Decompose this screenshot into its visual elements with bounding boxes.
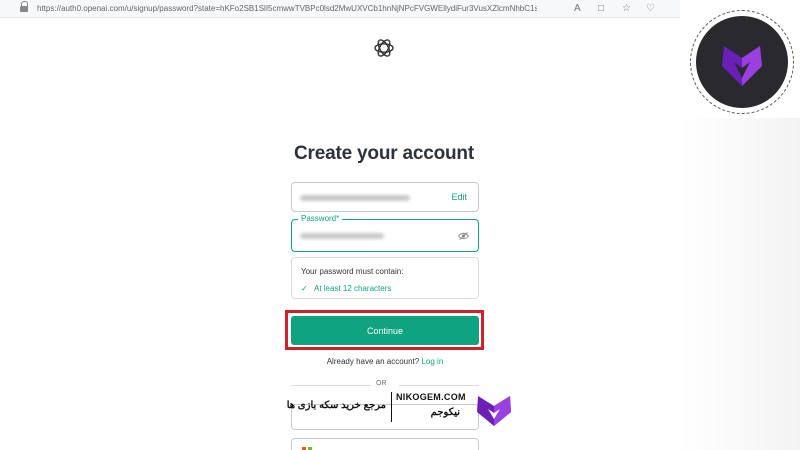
- password-requirements: Your password must contain: ✓ At least 1…: [291, 257, 479, 299]
- brand-badge: [696, 16, 788, 108]
- login-row: Already have an account? Log in: [291, 357, 479, 366]
- screenshot: https://auth0.openai.com/u/signup/passwo…: [0, 0, 800, 450]
- url-text[interactable]: https://auth0.openai.com/u/signup/passwo…: [37, 4, 537, 13]
- login-link[interactable]: Log in: [421, 357, 443, 366]
- watermark-domain: NIKOGEM.COM: [396, 392, 466, 402]
- watermark-name: نیکوجم: [430, 407, 460, 418]
- microsoft-login-button[interactable]: [291, 438, 479, 450]
- have-account-text: Already have an account?: [326, 357, 420, 366]
- password-label: Password*: [298, 214, 343, 223]
- edit-email-link[interactable]: Edit: [451, 192, 467, 202]
- email-field[interactable]: Edit: [291, 182, 479, 212]
- page-title: Create your account: [294, 143, 474, 164]
- continue-button[interactable]: Continue: [291, 316, 479, 345]
- collections-icon[interactable]: ♡: [646, 3, 655, 15]
- password-field[interactable]: Password*: [291, 214, 479, 252]
- read-aloud-icon[interactable]: A: [574, 3, 581, 15]
- redacted-email: [300, 195, 410, 201]
- extension-icon[interactable]: □: [598, 3, 604, 15]
- requirements-title: Your password must contain:: [301, 267, 404, 276]
- favorites-icon[interactable]: ☆: [622, 3, 631, 15]
- lock-icon[interactable]: [20, 1, 29, 13]
- watermark-tagline: مرجع خرید سکه بازی ها: [286, 400, 386, 411]
- eye-icon[interactable]: [458, 232, 469, 240]
- openai-logo-icon: [374, 39, 394, 57]
- nikogem-logo: [477, 396, 511, 426]
- requirement-item: At least 12 characters: [314, 284, 392, 293]
- nikogem-badge-logo-icon: [722, 46, 762, 86]
- masked-password: [300, 233, 384, 239]
- watermark: مرجع خرید سکه بازی ها NIKOGEM.COM نیکوجم: [286, 386, 524, 430]
- check-icon: ✓: [301, 284, 308, 293]
- side-panel-fade: [680, 118, 800, 450]
- watermark-divider: [391, 392, 392, 422]
